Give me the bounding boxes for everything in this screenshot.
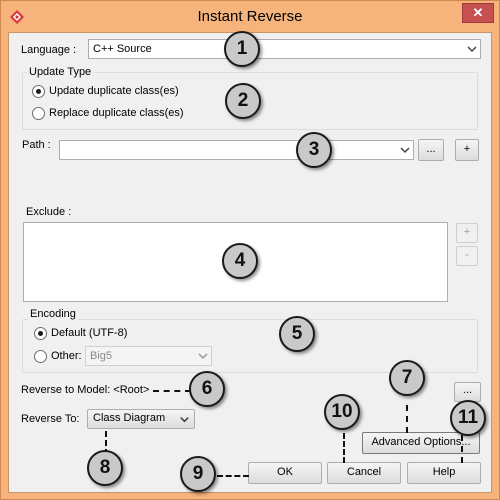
callout-5: 5 [279,316,315,352]
callout-10-connector [343,433,345,463]
callout-11-connector [461,435,463,463]
model-browse-button[interactable]: ... [454,382,481,402]
encoding-other-label: Other: [51,350,82,362]
callout-3: 3 [296,132,332,168]
encoding-other-value: Big5 [90,350,113,362]
callout-9-connector [217,475,249,477]
replace-duplicate-label: Replace duplicate class(es) [49,107,184,119]
callout-1: 1 [224,31,260,67]
chevron-down-icon [400,147,410,154]
encoding-other-radio[interactable] [34,350,47,363]
path-browse-button[interactable]: ... [418,139,444,161]
update-type-label: Update Type [27,66,94,78]
ok-button[interactable]: OK [248,462,322,484]
reverse-to-model-label: Reverse to Model: <Root> [21,384,150,396]
callout-10: 10 [324,394,360,430]
cancel-button[interactable]: Cancel [327,462,401,484]
language-select[interactable]: C++ Source [88,39,481,59]
path-label: Path : [22,139,51,151]
window-title: Instant Reverse [197,8,303,25]
callout-4: 4 [222,243,258,279]
update-duplicate-label: Update duplicate class(es) [49,85,179,97]
language-label: Language : [21,44,77,56]
dialog-window: Instant Reverse ✕ Language : C++ Source … [0,0,500,500]
reverse-to-label: Reverse To: [21,413,80,425]
title-bar[interactable]: Instant Reverse ✕ [1,1,499,33]
help-button[interactable]: Help [407,462,481,484]
encoding-default-radio[interactable] [34,327,47,340]
exclude-label: Exclude : [26,206,72,218]
replace-duplicate-radio[interactable] [32,107,45,120]
path-add-button[interactable]: + [455,139,479,161]
callout-7: 7 [389,360,425,396]
callout-6-connector [153,390,191,392]
reverse-to-select[interactable]: Class Diagram [87,409,195,429]
reverse-to-value: Class Diagram [93,412,166,424]
callout-7-connector [406,405,408,433]
chevron-down-icon [180,417,189,423]
encoding-label: Encoding [28,308,78,320]
callout-11: 11 [450,400,486,436]
path-input[interactable] [59,140,414,160]
close-button[interactable]: ✕ [462,3,494,23]
encoding-default-label: Default (UTF-8) [51,327,128,339]
language-value: C++ Source [93,43,152,55]
callout-2: 2 [225,83,261,119]
exclude-add-button[interactable]: + [456,223,478,243]
exclude-remove-button[interactable]: - [456,246,478,266]
callout-6: 6 [189,371,225,407]
callout-8: 8 [87,450,123,486]
callout-9: 9 [180,456,216,492]
dialog-content: Language : C++ Source Update Type Update… [8,31,492,493]
update-duplicate-radio[interactable] [32,85,45,98]
encoding-other-select[interactable]: Big5 [85,346,212,366]
chevron-down-icon [198,353,208,360]
chevron-down-icon [467,46,477,53]
